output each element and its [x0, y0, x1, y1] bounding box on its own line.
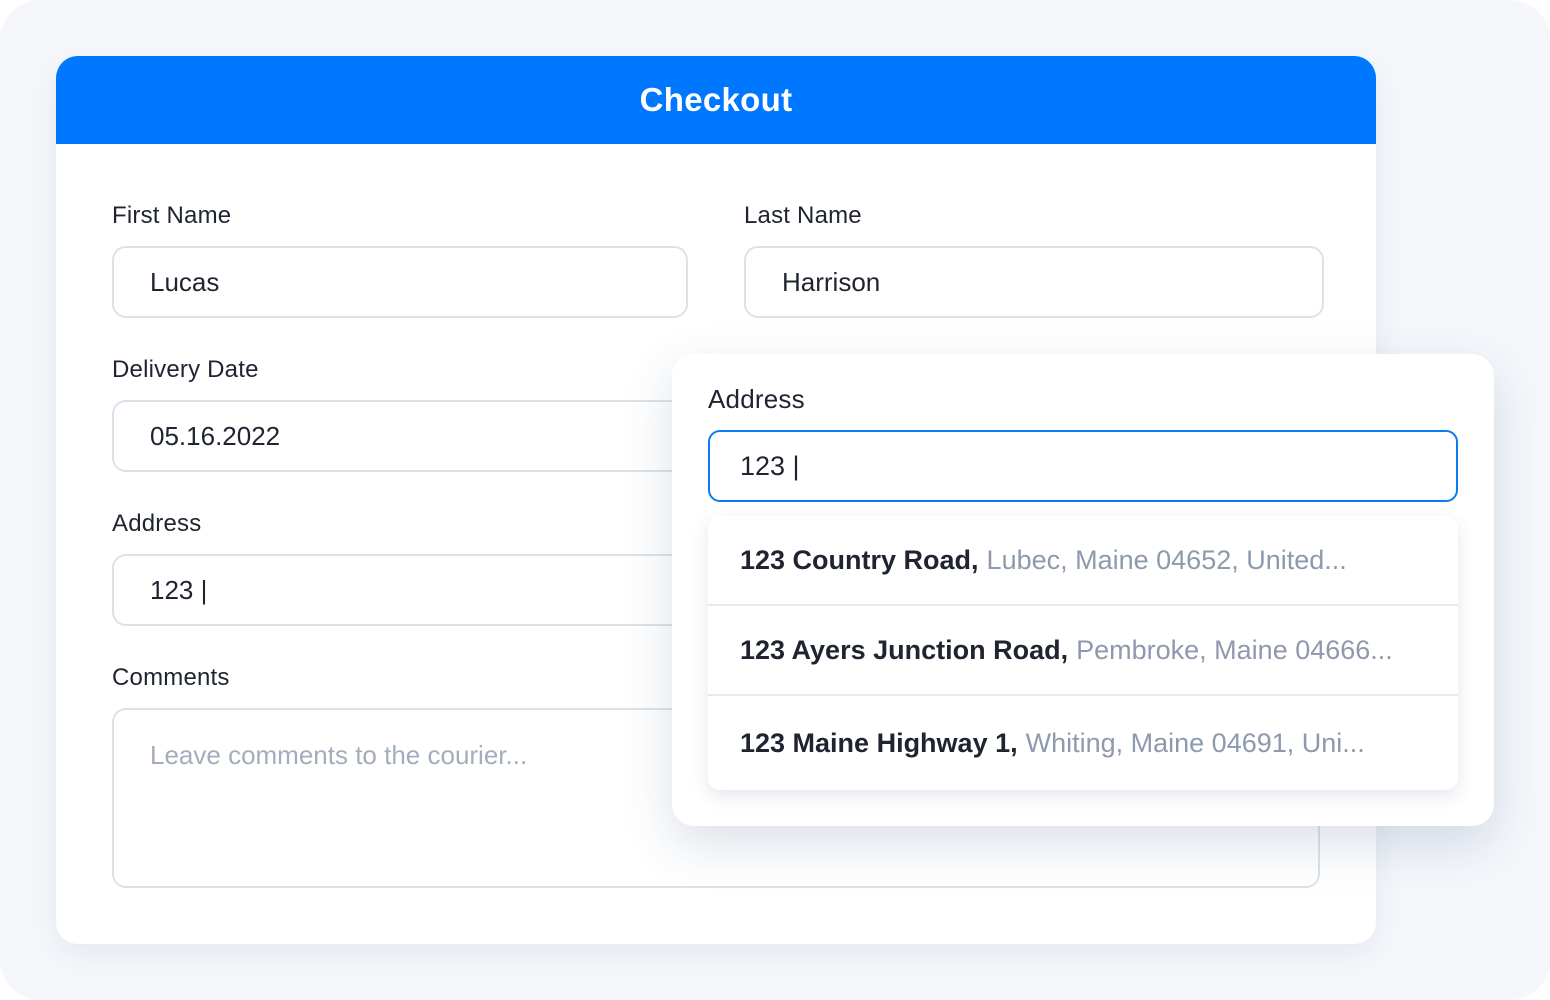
address-suggestion[interactable]: 123 Country Road, Lubec, Maine 04652, Un…: [708, 516, 1458, 606]
comments-label: Comments: [112, 664, 230, 691]
suggestion-locality: Lubec, Maine 04652, United...: [986, 544, 1347, 575]
address-field[interactable]: 123 |: [112, 554, 732, 626]
suggestion-street: 123 Ayers Junction Road,: [740, 634, 1069, 665]
first-name-field[interactable]: Lucas: [112, 246, 688, 318]
last-name-label: Last Name: [744, 202, 862, 229]
popup-address-label: Address: [708, 384, 805, 414]
suggestion-locality: Pembroke, Maine 04666...: [1076, 634, 1393, 665]
popup-address-input[interactable]: 123 |: [708, 430, 1458, 502]
suggestion-street: 123 Country Road,: [740, 544, 979, 575]
address-suggestions-list: 123 Country Road, Lubec, Maine 04652, Un…: [708, 516, 1458, 790]
page-background: Checkout First Name Lucas Last Name Harr…: [0, 0, 1550, 1000]
suggestion-locality: Whiting, Maine 04691, Uni...: [1025, 727, 1365, 758]
delivery-date-label: Delivery Date: [112, 356, 259, 383]
address-autocomplete-popup: Address 123 | 123 Country Road, Lubec, M…: [672, 354, 1494, 826]
checkout-header: Checkout: [56, 56, 1376, 144]
address-suggestion[interactable]: 123 Ayers Junction Road, Pembroke, Maine…: [708, 606, 1458, 696]
first-name-label: First Name: [112, 202, 232, 229]
suggestion-street: 123 Maine Highway 1,: [740, 727, 1018, 758]
delivery-date-field[interactable]: 05.16.2022: [112, 400, 732, 472]
address-label: Address: [112, 510, 202, 537]
page-title: Checkout: [639, 81, 793, 118]
address-suggestion[interactable]: 123 Maine Highway 1, Whiting, Maine 0469…: [708, 696, 1458, 790]
last-name-field[interactable]: Harrison: [744, 246, 1324, 318]
